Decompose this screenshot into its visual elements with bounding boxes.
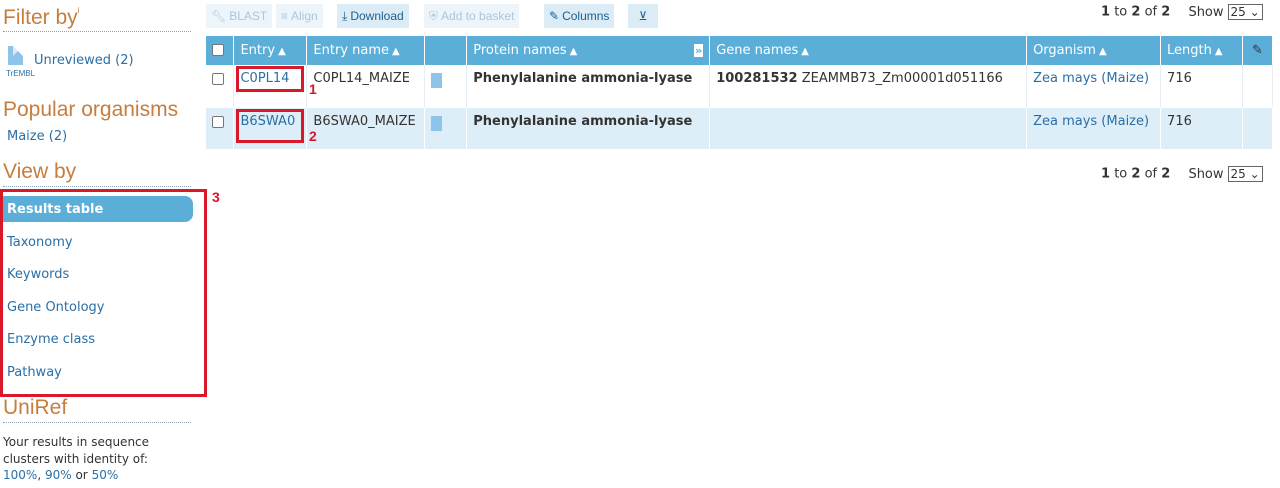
gene-name-other: ZEAMMB73_Zm00001d051166 bbox=[801, 71, 1003, 86]
uniref-description: Your results in sequence clusters with i… bbox=[3, 435, 150, 482]
column-length[interactable]: Length ▲︎ bbox=[1160, 36, 1243, 65]
sort-icon[interactable]: ▲︎ bbox=[278, 46, 286, 57]
filter-unreviewed[interactable]: Unreviewed (2) TrEMBL bbox=[6, 46, 188, 80]
align-button[interactable]: ≡ Align bbox=[276, 4, 323, 28]
table-row: B6SWA0 B6SWA0_MAIZE Phenylalanine ammoni… bbox=[206, 107, 1274, 150]
share-icon: ⊻ bbox=[638, 9, 648, 23]
page-size-select[interactable]: 25 ⌄ bbox=[1227, 4, 1263, 20]
row-checkbox[interactable] bbox=[212, 73, 224, 85]
uniref-100-link[interactable]: 100% bbox=[3, 468, 37, 482]
view-by-title: View by bbox=[3, 160, 77, 183]
share-button[interactable]: ⊻ bbox=[628, 4, 658, 28]
filter-unreviewed-sub: TrEMBL bbox=[6, 69, 36, 78]
filter-title: Filter byi bbox=[3, 6, 80, 29]
column-entry-name[interactable]: Entry name ▲︎ bbox=[306, 36, 426, 65]
wrench-icon: 🔧︎ bbox=[211, 9, 227, 23]
uniref-50-link[interactable]: 50% bbox=[92, 468, 119, 482]
align-icon: ≡ bbox=[281, 9, 289, 23]
popular-organisms-title: Popular organisms bbox=[3, 98, 179, 121]
column-status bbox=[424, 36, 468, 65]
column-protein-names[interactable]: Protein names ▲︎» bbox=[466, 36, 711, 65]
sort-icon[interactable]: ▲︎ bbox=[1099, 46, 1107, 57]
basket-icon: ⛨ bbox=[429, 9, 439, 23]
pager-bottom: 1 to 2 of 2 Show 25 ⌄ bbox=[1101, 166, 1263, 182]
column-entry[interactable]: Entry ▲︎ bbox=[233, 36, 308, 65]
pencil-icon: ✎ bbox=[549, 9, 560, 23]
protein-name-cell: Phenylalanine ammonia-lyase bbox=[466, 65, 711, 108]
table-row: C0PL14 C0PL14_MAIZE Phenylalanine ammoni… bbox=[206, 65, 1274, 108]
protein-name-cell: Phenylalanine ammonia-lyase bbox=[466, 107, 711, 150]
empty-cell bbox=[1242, 107, 1274, 150]
organism-cell: Zea mays (Maize) bbox=[1026, 107, 1162, 150]
row-select-cell bbox=[206, 65, 235, 108]
unreviewed-icon bbox=[431, 115, 443, 131]
divider bbox=[3, 186, 191, 187]
column-gene-names[interactable]: Gene names ▲︎ bbox=[709, 36, 1028, 65]
annotation-label-2: 2 bbox=[309, 128, 317, 144]
edit-columns-cell[interactable]: ✎ bbox=[1242, 36, 1274, 65]
annotation-label-3: 3 bbox=[212, 189, 220, 205]
sort-icon[interactable]: ▲︎ bbox=[1215, 46, 1223, 57]
expand-icon[interactable]: » bbox=[694, 44, 704, 57]
info-icon[interactable]: i bbox=[78, 6, 80, 15]
gene-name-primary: 100281532 bbox=[716, 71, 798, 86]
select-all-checkbox[interactable] bbox=[212, 43, 224, 56]
select-all-cell bbox=[206, 36, 235, 65]
filter-unreviewed-label[interactable]: Unreviewed (2) bbox=[34, 53, 134, 68]
uniref-text: Your results in sequence clusters with i… bbox=[3, 435, 150, 466]
divider bbox=[3, 422, 191, 423]
length-cell: 716 bbox=[1160, 65, 1243, 108]
divider bbox=[3, 31, 191, 32]
entry-name-cell: B6SWA0_MAIZE bbox=[306, 107, 426, 150]
organism-maize-link[interactable]: Maize (2) bbox=[7, 129, 67, 144]
row-select-cell bbox=[206, 107, 235, 150]
status-cell bbox=[424, 107, 468, 150]
columns-button[interactable]: ✎ Columns bbox=[544, 4, 615, 28]
sort-icon[interactable]: ▲︎ bbox=[392, 46, 400, 57]
column-organism[interactable]: Organism ▲︎ bbox=[1026, 36, 1162, 65]
organism-link[interactable]: Zea mays (Maize) bbox=[1033, 114, 1149, 129]
page-size-select[interactable]: 25 ⌄ bbox=[1227, 166, 1263, 182]
uniref-title: UniRef bbox=[3, 396, 68, 419]
row-checkbox[interactable] bbox=[212, 115, 224, 128]
annotation-box-2 bbox=[236, 109, 304, 143]
add-to-basket-button[interactable]: ⛨ Add to basket bbox=[424, 4, 520, 28]
organism-link[interactable]: Zea mays (Maize) bbox=[1033, 71, 1149, 86]
pager-top: 1 to 2 of 2 Show 25 ⌄ bbox=[1101, 4, 1263, 20]
gene-names-cell bbox=[709, 107, 1028, 150]
annotation-box-3 bbox=[0, 189, 207, 397]
sort-icon[interactable]: ▲︎ bbox=[570, 46, 578, 57]
length-cell: 716 bbox=[1160, 107, 1243, 150]
uniref-90-link[interactable]: 90% bbox=[45, 468, 72, 482]
empty-cell bbox=[1242, 65, 1274, 108]
annotation-box-1 bbox=[236, 66, 304, 92]
annotation-label-1: 1 bbox=[309, 81, 317, 97]
pencil-icon: ✎ bbox=[1252, 43, 1263, 58]
download-icon: ⤓ bbox=[342, 9, 348, 23]
gene-names-cell: 100281532 ZEAMMB73_Zm00001d051166 bbox=[709, 65, 1028, 108]
blast-button[interactable]: 🔧︎ BLAST bbox=[206, 4, 273, 28]
uniref-or: or bbox=[75, 468, 88, 482]
results-table: Entry ▲︎ Entry name ▲︎ Protein names ▲︎» Ge… bbox=[206, 36, 1274, 150]
download-button[interactable]: ⤓ Download bbox=[337, 4, 409, 28]
unreviewed-icon bbox=[431, 73, 443, 88]
sort-icon[interactable]: ▲︎ bbox=[801, 46, 809, 57]
entry-name-cell: C0PL14_MAIZE bbox=[306, 65, 426, 108]
document-icon bbox=[8, 46, 23, 65]
organism-cell: Zea mays (Maize) bbox=[1026, 65, 1162, 108]
status-cell bbox=[424, 65, 468, 108]
